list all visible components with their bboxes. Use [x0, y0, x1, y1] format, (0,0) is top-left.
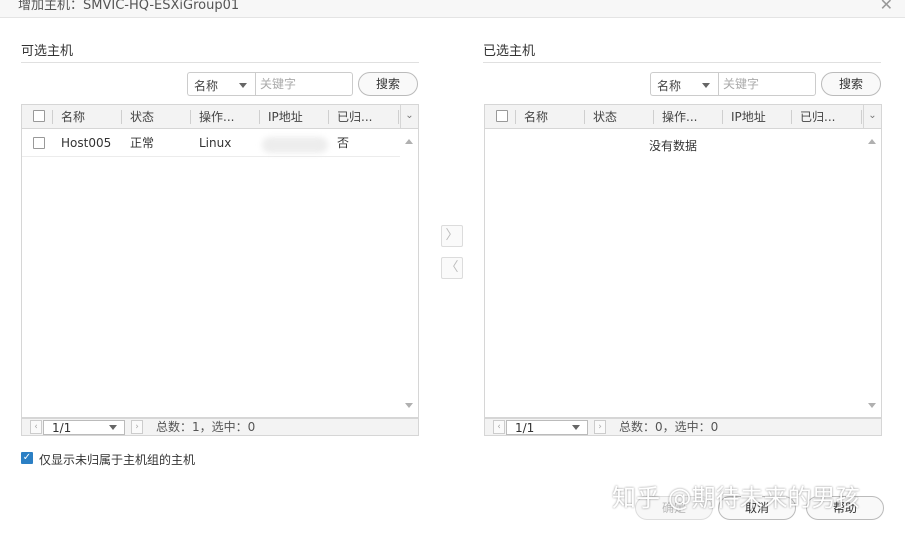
row-checkbox[interactable] — [33, 137, 45, 149]
select-all-checkbox[interactable] — [496, 110, 508, 122]
available-pager: ‹ 1/1 › 总数：1，选中：0 — [21, 418, 419, 436]
remove-from-selected-button[interactable]: 〈 — [441, 257, 463, 279]
next-page-icon[interactable]: › — [594, 420, 606, 434]
dialog-title: 增加主机：SMVIC-HQ-ESXiGroup01 — [18, 0, 240, 13]
select-all-checkbox[interactable] — [33, 110, 45, 122]
dialog-title-bar: 增加主机：SMVIC-HQ-ESXiGroup01 ✕ — [0, 0, 905, 18]
column-header-status[interactable]: 状态 — [593, 105, 651, 129]
cell-ip-redacted — [262, 137, 328, 153]
available-filter-field-select[interactable]: 名称 — [187, 72, 255, 96]
column-divider — [653, 110, 654, 124]
filter-field-value: 名称 — [194, 79, 219, 93]
available-hosts-title: 可选主机 — [21, 44, 74, 59]
chevron-down-icon — [109, 425, 117, 430]
grid-header: 名称 状态 操作... IP地址 已归... ⌄ — [485, 105, 881, 129]
close-icon[interactable]: ✕ — [880, 0, 893, 14]
selected-hosts-grid: 名称 状态 操作... IP地址 已归... ⌄ 没有数据 — [484, 104, 882, 418]
column-header-os[interactable]: 操作... — [662, 105, 720, 129]
selected-pager: ‹ 1/1 › 总数：0，选中：0 — [484, 418, 882, 436]
column-header-assigned[interactable]: 已归... — [337, 105, 395, 129]
filter-field-value: 名称 — [657, 79, 682, 93]
scroll-up-icon[interactable] — [405, 139, 413, 144]
column-divider — [515, 110, 516, 124]
column-divider — [121, 110, 122, 124]
selected-search-button[interactable]: 搜索 — [821, 72, 881, 96]
column-divider — [584, 110, 585, 124]
scroll-up-icon[interactable] — [868, 139, 876, 144]
column-divider — [328, 110, 329, 124]
column-header-name[interactable]: 名称 — [524, 105, 582, 129]
next-page-icon[interactable]: › — [131, 420, 143, 434]
column-header-status[interactable]: 状态 — [130, 105, 188, 129]
pager-info: 总数：1，选中：0 — [156, 420, 256, 434]
column-divider — [722, 110, 723, 124]
selected-keyword-input[interactable] — [718, 72, 816, 96]
selected-filter-field-select[interactable]: 名称 — [650, 72, 718, 96]
column-header-ip[interactable]: IP地址 — [268, 105, 326, 129]
grid-header: 名称 状态 操作... IP地址 已归... ⌄ — [22, 105, 418, 129]
prev-page-icon[interactable]: ‹ — [493, 420, 505, 434]
page-select[interactable]: 1/1 — [43, 420, 125, 435]
vertical-scrollbar[interactable] — [400, 129, 418, 417]
column-divider — [52, 110, 53, 124]
unassigned-only-label[interactable]: 仅显示未归属于主机组的主机 — [39, 451, 195, 468]
column-header-ip[interactable]: IP地址 — [731, 105, 789, 129]
page-value: 1/1 — [52, 421, 72, 435]
column-header-os[interactable]: 操作... — [199, 105, 257, 129]
available-search-button[interactable]: 搜索 — [358, 72, 418, 96]
available-keyword-input[interactable] — [255, 72, 353, 96]
pager-info: 总数：0，选中：0 — [619, 420, 719, 434]
section-divider — [21, 62, 419, 63]
unassigned-only-checkbox[interactable]: ✓ — [21, 452, 33, 464]
column-divider — [861, 110, 862, 124]
column-header-assigned[interactable]: 已归... — [800, 105, 858, 129]
prev-page-icon[interactable]: ‹ — [30, 420, 42, 434]
available-hosts-grid: 名称 状态 操作... IP地址 已归... ⌄ Host005 正常 Linu… — [21, 104, 419, 418]
column-divider — [259, 110, 260, 124]
column-divider — [791, 110, 792, 124]
chevron-down-icon — [239, 83, 247, 88]
cell-name: Host005 — [61, 136, 112, 150]
watermark: 知乎 @期待未来的男孩 — [612, 484, 860, 512]
chevron-down-icon — [572, 425, 580, 430]
cell-assigned: 否 — [337, 136, 350, 150]
table-row[interactable]: Host005 正常 Linux 否 — [22, 129, 400, 157]
vertical-scrollbar[interactable] — [863, 129, 881, 417]
page-value: 1/1 — [515, 421, 535, 435]
cell-status: 正常 — [130, 136, 155, 150]
scroll-down-icon[interactable] — [868, 403, 876, 408]
column-menu-icon[interactable]: ⌄ — [863, 105, 881, 128]
scroll-down-icon[interactable] — [405, 403, 413, 408]
column-header-name[interactable]: 名称 — [61, 105, 119, 129]
page-select[interactable]: 1/1 — [506, 420, 588, 435]
column-menu-icon[interactable]: ⌄ — [400, 105, 418, 128]
column-divider — [398, 110, 399, 124]
column-divider — [190, 110, 191, 124]
section-divider — [483, 62, 881, 63]
cell-os: Linux — [199, 136, 232, 150]
selected-hosts-title: 已选主机 — [483, 44, 536, 59]
empty-message: 没有数据 — [649, 139, 698, 153]
add-to-selected-button[interactable]: 〉 — [441, 225, 463, 247]
chevron-down-icon — [702, 83, 710, 88]
